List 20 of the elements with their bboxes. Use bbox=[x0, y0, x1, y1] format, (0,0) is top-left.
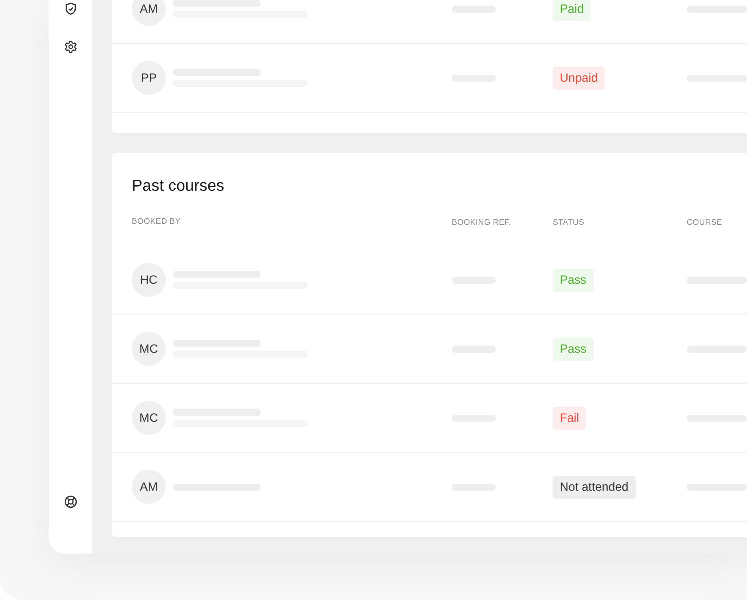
avatar: HC bbox=[132, 263, 166, 297]
avatar: MC bbox=[132, 332, 166, 366]
column-header: COURSE bbox=[687, 218, 722, 227]
avatar: AM bbox=[132, 0, 166, 26]
column-header: STATUS bbox=[553, 218, 585, 227]
avatar: PP bbox=[132, 61, 166, 95]
settings-icon[interactable] bbox=[64, 40, 78, 54]
status-badge: Not attended bbox=[553, 476, 636, 498]
shield-check-icon[interactable] bbox=[64, 2, 78, 16]
status-badge: Paid bbox=[553, 0, 592, 20]
lifebuoy-icon[interactable] bbox=[64, 495, 78, 509]
status-badge: Unpaid bbox=[553, 66, 606, 90]
section-title: Past courses bbox=[131, 177, 226, 197]
column-header: BOOKING REF. bbox=[452, 218, 512, 227]
status-badge: Fail bbox=[553, 406, 586, 430]
avatar: MC bbox=[132, 401, 166, 435]
status-badge: Pass bbox=[553, 268, 594, 292]
status-badge: Pass bbox=[553, 338, 594, 360]
avatar: AM bbox=[132, 470, 166, 504]
column-header: BOOKED BY bbox=[132, 216, 181, 226]
